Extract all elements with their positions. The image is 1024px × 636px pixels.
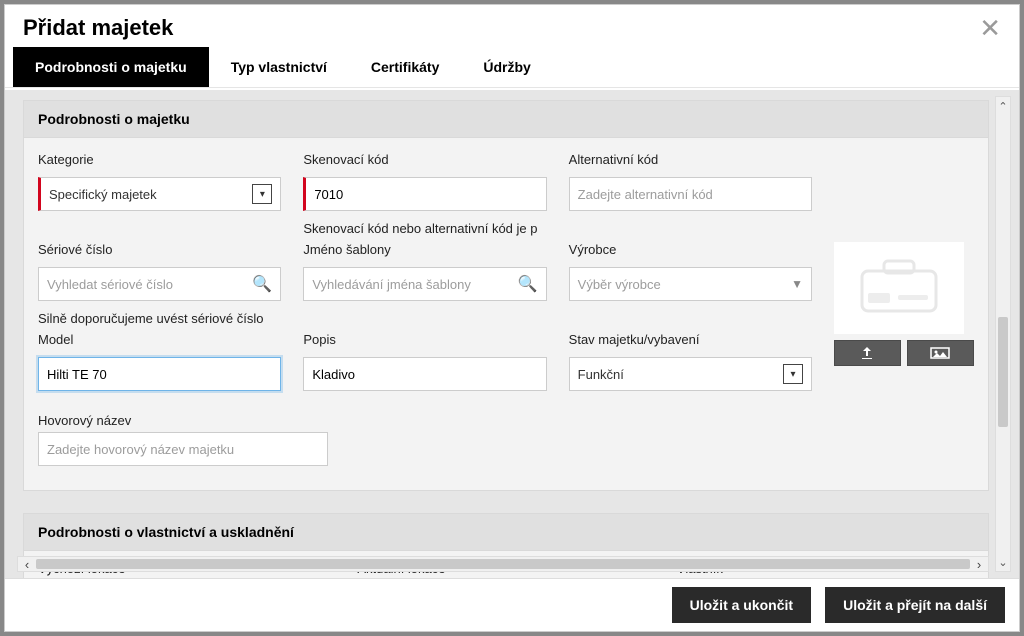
upload-icon	[859, 345, 875, 361]
label-serial: Sériové číslo	[38, 242, 281, 257]
friendly-input[interactable]	[38, 432, 328, 466]
label-manufacturer: Výrobce	[569, 242, 812, 257]
close-icon[interactable]: ✕	[979, 15, 1001, 41]
label-model: Model	[38, 332, 281, 347]
model-field[interactable]	[47, 358, 272, 390]
altcode-input[interactable]	[569, 177, 812, 211]
save-exit-button[interactable]: Uložit a ukončit	[672, 587, 811, 623]
scroll-left-icon[interactable]: ‹	[18, 557, 36, 571]
tab-certificates[interactable]: Certifikáty	[349, 47, 461, 87]
category-select[interactable]: Specifický majetek ▾	[38, 177, 281, 211]
description-input[interactable]	[303, 357, 546, 391]
scroll-content: Podrobnosti o majetku Kategorie Skenovac…	[23, 90, 989, 578]
tab-details[interactable]: Podrobnosti o majetku	[13, 47, 209, 87]
category-value: Specifický majetek	[49, 187, 157, 202]
vertical-scrollbar[interactable]: ⌃ ⌄	[995, 96, 1011, 572]
asset-image-placeholder	[834, 242, 964, 334]
search-icon: 🔍	[252, 274, 272, 294]
tabs: Podrobnosti o majetku Typ vlastnictví Ce…	[5, 47, 1019, 88]
label-category: Kategorie	[38, 152, 281, 167]
label-altcode: Alternativní kód	[569, 152, 812, 167]
dialog-title: Přidat majetek	[23, 15, 173, 41]
description-field[interactable]	[312, 358, 537, 390]
panel-header-details: Podrobnosti o majetku	[24, 101, 988, 138]
label-friendly: Hovorový název	[38, 413, 328, 428]
chevron-down-icon: ▾	[783, 364, 803, 384]
status-select[interactable]: Funkční ▾	[569, 357, 812, 391]
search-icon: 🔍	[518, 274, 538, 294]
scancode-field[interactable]	[314, 178, 537, 210]
chevron-down-icon: ▾	[252, 184, 272, 204]
serial-search[interactable]: 🔍	[38, 267, 281, 301]
add-asset-dialog: Přidat majetek ✕ Podrobnosti o majetku T…	[4, 4, 1020, 632]
scancode-helper: Skenovací kód nebo alternativní kód je p	[303, 221, 546, 236]
scancode-input[interactable]	[303, 177, 546, 211]
altcode-field[interactable]	[578, 178, 803, 210]
label-scancode: Skenovací kód	[303, 152, 546, 167]
template-search[interactable]: 🔍	[303, 267, 546, 301]
status-value: Funkční	[578, 367, 624, 382]
dialog-body: Podrobnosti o majetku Kategorie Skenovac…	[5, 88, 1019, 578]
serial-field[interactable]	[47, 268, 252, 300]
remove-image-button[interactable]	[907, 340, 974, 366]
friendly-field[interactable]	[47, 433, 319, 465]
panel-header-ownership: Podrobnosti o vlastnictví a uskladnění	[24, 514, 988, 551]
save-next-button[interactable]: Uložit a přejít na další	[825, 587, 1005, 623]
manufacturer-select[interactable]: Výběr výrobce ▼	[569, 267, 812, 301]
label-template: Jméno šablony	[303, 242, 546, 257]
scroll-up-icon[interactable]: ⌃	[996, 97, 1010, 115]
scroll-thumb-h[interactable]	[36, 559, 970, 569]
template-field[interactable]	[312, 268, 517, 300]
horizontal-scrollbar[interactable]: ‹ ›	[17, 556, 989, 572]
chevron-down-icon: ▼	[791, 277, 803, 291]
tab-maintenance[interactable]: Údržby	[461, 47, 552, 87]
dialog-footer: Uložit a ukončit Uložit a přejít na dalš…	[5, 578, 1019, 631]
panel-asset-details: Podrobnosti o majetku Kategorie Skenovac…	[23, 100, 989, 491]
upload-image-button[interactable]	[834, 340, 901, 366]
toolbox-icon	[854, 257, 944, 319]
dialog-header: Přidat majetek ✕	[5, 5, 1019, 47]
label-description: Popis	[303, 332, 546, 347]
scroll-right-icon[interactable]: ›	[970, 557, 988, 571]
image-icon	[930, 347, 950, 359]
tab-ownership-type[interactable]: Typ vlastnictví	[209, 47, 349, 87]
manufacturer-placeholder: Výběr výrobce	[578, 277, 661, 292]
serial-helper: Silně doporučujeme uvést sériové číslo	[38, 311, 281, 326]
label-status: Stav majetku/vybavení	[569, 332, 812, 347]
scroll-thumb[interactable]	[998, 317, 1008, 427]
model-input[interactable]	[38, 357, 281, 391]
scroll-down-icon[interactable]: ⌄	[996, 553, 1010, 571]
